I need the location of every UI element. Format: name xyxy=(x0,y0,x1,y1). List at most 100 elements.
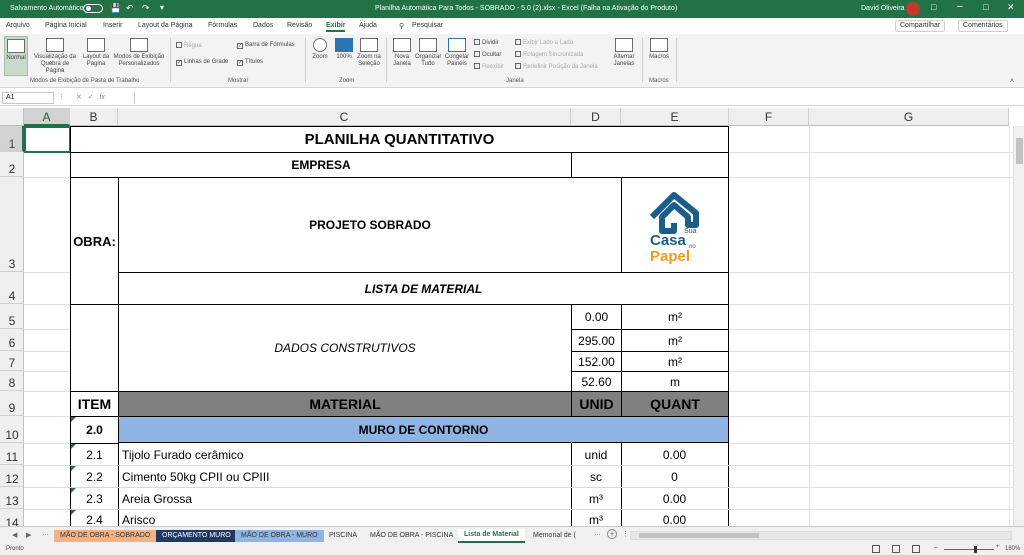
tab-ajuda[interactable]: Ajuda xyxy=(359,22,377,29)
column-header-f[interactable]: F xyxy=(729,108,809,126)
column-header-d[interactable]: D xyxy=(571,108,621,126)
new-window-button[interactable]: Nova Janela xyxy=(390,38,414,68)
zoom-level[interactable]: 180% xyxy=(1005,546,1020,552)
zoom-out-icon[interactable]: – xyxy=(934,545,937,551)
more-sheets-icon[interactable]: … xyxy=(594,530,601,537)
autosave-toggle[interactable] xyxy=(83,4,103,13)
section-item[interactable]: 2.0 xyxy=(70,416,119,444)
unhide-button[interactable]: Reexibir xyxy=(474,63,504,70)
tab-arquivo[interactable]: Arquivo xyxy=(6,22,30,29)
section-title[interactable]: MURO DE CONTORNO xyxy=(119,417,729,443)
item-material[interactable]: Cimento 50kg CPII ou CPIII xyxy=(118,465,572,488)
search-icon[interactable]: ⚲ xyxy=(399,22,404,30)
reset-position-button[interactable]: Redefinir Posição da Janela xyxy=(515,63,598,70)
zoom-100-button[interactable]: 100% xyxy=(333,38,355,61)
ruler-checkbox[interactable]: Régua xyxy=(176,42,202,49)
row-header-1[interactable]: 1 xyxy=(0,126,24,152)
row-header-4[interactable]: 4 xyxy=(0,272,24,304)
item-quant[interactable]: 0.00 xyxy=(621,509,729,526)
select-all-corner[interactable] xyxy=(0,108,24,126)
avatar[interactable] xyxy=(906,2,920,16)
tab-exibir[interactable]: Exibir xyxy=(326,22,346,32)
dados-unit-2[interactable]: m² xyxy=(621,329,729,352)
arrange-all-button[interactable]: Organizar Tudo xyxy=(415,38,441,68)
save-icon[interactable]: 💾 xyxy=(110,3,121,14)
dados-value-4[interactable]: 52.60 xyxy=(571,371,622,392)
row-header-11[interactable]: 11 xyxy=(0,443,24,465)
tab-dados[interactable]: Dados xyxy=(253,22,273,29)
row-header-3[interactable]: 3 xyxy=(0,177,24,272)
row-header-9[interactable]: 9 xyxy=(0,391,24,416)
obra-label[interactable]: OBRA: xyxy=(70,177,119,305)
worksheet-grid[interactable]: A B C D E F G 1 2 3 4 5 6 7 8 9 10 11 12… xyxy=(0,108,1024,526)
gridlines-checkbox[interactable]: ✓ Linhas de Grade xyxy=(176,59,228,66)
sheet-tab-mao-de-obra-muro[interactable]: MÃO DE OBRA - MURO xyxy=(235,530,324,542)
add-sheet-icon[interactable]: + xyxy=(607,529,617,539)
column-header-a[interactable]: A xyxy=(24,108,70,126)
column-header-b[interactable]: B xyxy=(70,108,118,126)
row-header-6[interactable]: 6 xyxy=(0,329,24,351)
tab-revisao[interactable]: Revisão xyxy=(287,22,312,29)
view-side-by-side-button[interactable]: Exibir Lado a Lado xyxy=(515,39,573,46)
column-header-c[interactable]: C xyxy=(118,108,571,126)
item-unid[interactable]: unid xyxy=(571,443,622,466)
item-quant[interactable]: 0.00 xyxy=(621,487,729,510)
row-header-10[interactable]: 10 xyxy=(0,416,24,443)
zoom-slider-thumb[interactable] xyxy=(974,546,977,553)
minimize-icon[interactable]: – xyxy=(957,1,963,12)
row-header-14[interactable]: 14 xyxy=(0,509,24,526)
sheet-tab-memorial[interactable]: Memorial de ( xyxy=(527,530,582,542)
formula-bar-checkbox[interactable]: ✓ Barra de Fórmulas xyxy=(237,42,295,49)
sheet-tab-lista-de-material[interactable]: Lista de Material xyxy=(458,529,525,543)
horizontal-scrollbar[interactable] xyxy=(630,531,1012,540)
switch-windows-button[interactable]: Alternar Janelas xyxy=(610,38,638,68)
header-item[interactable]: ITEM xyxy=(70,391,119,417)
close-icon[interactable]: ✕ xyxy=(1007,2,1015,13)
dados-value-1[interactable]: 0.00 xyxy=(571,304,622,330)
sync-scroll-button[interactable]: Rolagem Sincronizada xyxy=(515,51,583,58)
normal-view-button[interactable]: Normal xyxy=(4,36,28,76)
item-unid[interactable]: m³ xyxy=(571,487,622,510)
share-button[interactable]: Compartilhar xyxy=(895,20,946,32)
zoom-in-icon[interactable]: + xyxy=(996,544,1000,550)
page-layout-status-icon[interactable] xyxy=(892,545,900,553)
tab-layout-da-pagina[interactable]: Layout da Página xyxy=(138,22,193,29)
row-header-7[interactable]: 7 xyxy=(0,351,24,371)
item-unid[interactable]: sc xyxy=(571,465,622,488)
item-number[interactable]: 2.4 xyxy=(70,509,119,526)
lista-material-cell[interactable]: LISTA DE MATERIAL xyxy=(118,272,729,305)
split-button[interactable]: Dividir xyxy=(474,39,499,46)
sheet-tab-mao-de-obra-sobrado[interactable]: MÃO DE OBRA - SOBRADO xyxy=(54,530,157,542)
page-break-status-icon[interactable] xyxy=(912,545,920,553)
projeto-cell[interactable]: PROJETO SOBRADO xyxy=(118,177,622,273)
dados-construtivos-cell[interactable]: DADOS CONSTRUTIVOS xyxy=(118,304,572,392)
dados-value-2[interactable]: 295.00 xyxy=(571,329,622,352)
item-number[interactable]: 2.2 xyxy=(70,465,119,488)
row-header-12[interactable]: 12 xyxy=(0,465,24,487)
header-unid[interactable]: UNID xyxy=(571,391,622,417)
item-unid[interactable]: m³ xyxy=(571,509,622,526)
more-options-icon[interactable]: ⋮ xyxy=(58,93,65,101)
header-quant[interactable]: QUANT xyxy=(621,391,729,417)
tab-pagina-inicial[interactable]: Página Inicial xyxy=(45,22,87,29)
comments-button[interactable]: Comentários xyxy=(958,20,1008,32)
item-number[interactable]: 2.3 xyxy=(70,487,119,510)
vertical-scroll-thumb[interactable] xyxy=(1016,138,1023,164)
logo-cell[interactable]: Sua Casa no Papel xyxy=(621,177,729,273)
item-quant[interactable]: 0.00 xyxy=(621,443,729,466)
sheet-title[interactable]: PLANILHA QUANTITATIVO xyxy=(70,126,729,153)
vertical-scrollbar[interactable] xyxy=(1013,126,1024,526)
custom-views-button[interactable]: Modos de Exibição Personalizados xyxy=(112,38,166,68)
item-number[interactable]: 2.1 xyxy=(70,443,119,466)
tab-inserir[interactable]: Inserir xyxy=(103,22,122,29)
active-cell-a1[interactable] xyxy=(24,126,71,153)
header-material[interactable]: MATERIAL xyxy=(118,391,572,417)
column-header-e[interactable]: E xyxy=(621,108,729,126)
customize-qat-icon[interactable]: ▾ xyxy=(160,3,164,12)
zoom-selection-button[interactable]: Zoom na Seleção xyxy=(356,38,382,68)
ribbon-display-icon[interactable]: □ xyxy=(931,2,936,12)
row-header-5[interactable]: 5 xyxy=(0,304,24,329)
blank-b5-cell[interactable] xyxy=(70,304,119,392)
dados-unit-3[interactable]: m² xyxy=(621,351,729,372)
freeze-panes-button[interactable]: Congelar Painéis xyxy=(443,38,471,68)
